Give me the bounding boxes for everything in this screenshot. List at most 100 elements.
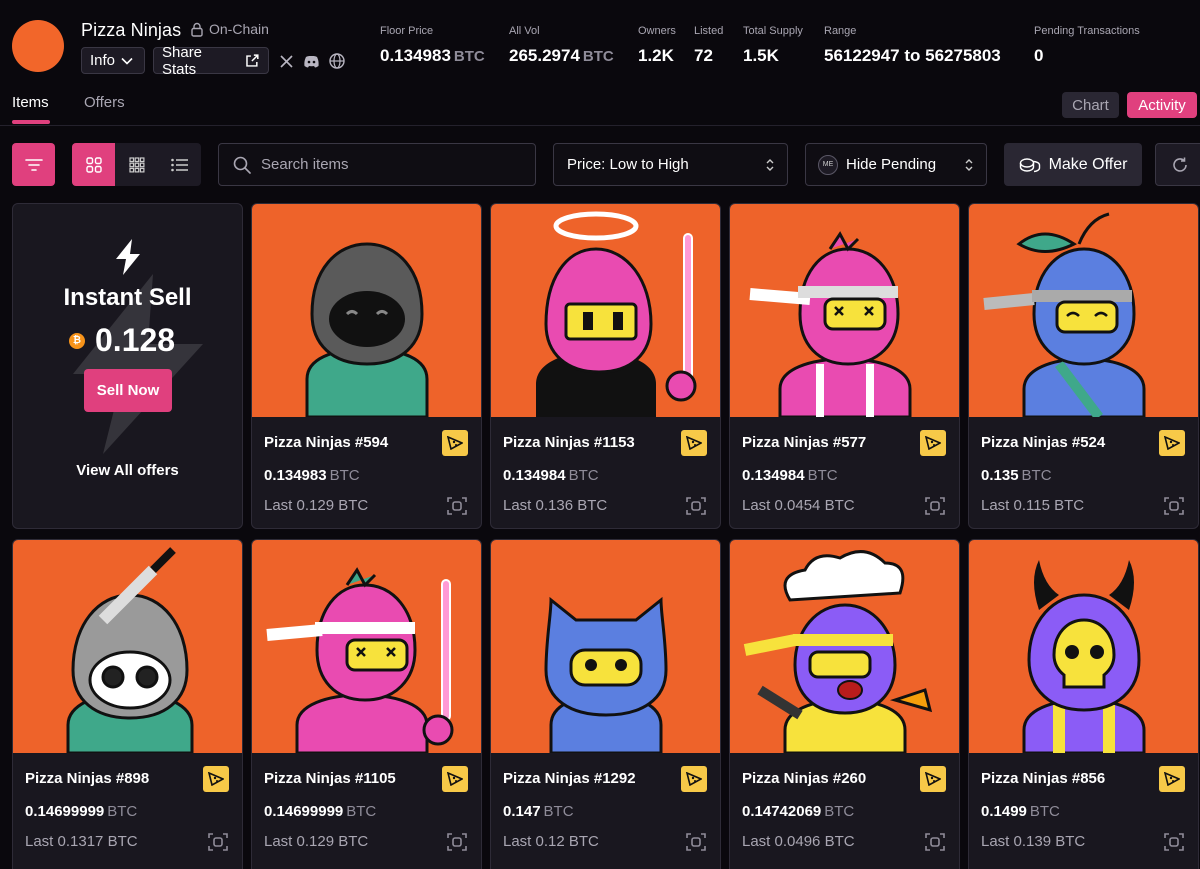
nft-price: 0.135 BTC	[981, 467, 1052, 484]
stat-listed-label: Listed	[694, 25, 724, 37]
nft-last-sale: Last 0.12 BTC	[503, 833, 599, 850]
pizza-badge-icon	[1159, 430, 1185, 456]
stat-owners-value: 1.2K	[638, 46, 674, 65]
nft-image	[969, 540, 1198, 753]
search-icon	[233, 156, 251, 174]
stat-floor-value: 0.134983 BTC	[380, 46, 485, 65]
stat-supply-label: Total Supply	[743, 25, 803, 37]
nft-item-card[interactable]: Pizza Ninjas #1105 0.14699999 BTC Last 0.12…	[251, 539, 482, 869]
nft-price: 0.134984 BTC	[742, 467, 838, 484]
nft-last-sale: Last 0.1317 BTC	[25, 833, 138, 850]
nft-name: Pizza Ninjas #898	[25, 770, 150, 787]
quick-view-scan-icon[interactable]	[447, 496, 467, 516]
onchain-label: On-Chain	[209, 21, 269, 37]
website-globe-icon[interactable]	[328, 52, 346, 70]
discord-icon[interactable]	[302, 52, 320, 70]
stat-floor-label: Floor Price	[380, 25, 434, 37]
nft-name: Pizza Ninjas #577	[742, 434, 867, 451]
refresh-icon	[1173, 157, 1187, 172]
chart-toggle-button[interactable]: Chart	[1062, 92, 1119, 118]
nft-image	[13, 540, 242, 753]
stat-range-value: 56122947 to 56275803	[824, 46, 1001, 65]
nft-item-card[interactable]: Pizza Ninjas #1292 0.147 BTC Last 0.12 BTC	[490, 539, 721, 869]
view-all-offers-link[interactable]: View All offers	[13, 462, 242, 479]
activity-toggle-button[interactable]: Activity	[1127, 92, 1197, 118]
filter-button[interactable]	[12, 143, 55, 186]
x-twitter-icon[interactable]	[277, 52, 295, 70]
share-stats-button[interactable]: Share Stats	[153, 44, 269, 78]
nft-image	[252, 540, 481, 753]
nft-image	[730, 204, 959, 417]
make-offer-button[interactable]: Make Offer	[1004, 143, 1142, 186]
quick-view-scan-icon[interactable]	[208, 832, 228, 852]
sell-now-button[interactable]: Sell Now	[84, 369, 172, 412]
nft-image	[491, 204, 720, 417]
updown-caret-icon	[766, 159, 774, 171]
nft-image	[252, 204, 481, 417]
nft-item-card[interactable]: Pizza Ninjas #898 0.14699999 BTC Last 0.131…	[12, 539, 243, 869]
lock-icon	[191, 22, 203, 37]
info-label: Info	[90, 52, 116, 69]
pizza-badge-icon	[920, 430, 946, 456]
quick-view-scan-icon[interactable]	[1164, 832, 1184, 852]
pizza-badge-icon	[1159, 766, 1185, 792]
nft-price: 0.134983 BTC	[264, 467, 360, 484]
nft-last-sale: Last 0.115 BTC	[981, 497, 1085, 514]
collection-header: Pizza Ninjas On-Chain Info Share Stats F…	[0, 0, 1200, 86]
stat-volume-value: 265.2974 BTC	[509, 46, 614, 65]
nft-last-sale: Last 0.129 BTC	[264, 833, 369, 850]
instant-sell-card: Instant Sell ₿ 0.128 Sell Now View All o…	[12, 203, 243, 529]
pizza-badge-icon	[442, 766, 468, 792]
quick-view-scan-icon[interactable]	[925, 496, 945, 516]
collection-logo	[12, 20, 64, 72]
share-icon	[246, 53, 259, 67]
stat-owners-label: Owners	[638, 25, 676, 37]
nft-price: 0.147 BTC	[503, 803, 574, 820]
nft-last-sale: Last 0.0496 BTC	[742, 833, 855, 850]
sort-select[interactable]: Price: Low to High	[553, 143, 788, 186]
chevron-down-icon	[121, 57, 133, 65]
nft-item-card[interactable]: Pizza Ninjas #577 0.134984 BTC Last 0.0454 …	[729, 203, 960, 529]
nft-item-card[interactable]: Pizza Ninjas #524 0.135 BTC Last 0.115 BTC	[968, 203, 1199, 529]
onchain-indicator: On-Chain	[190, 21, 269, 37]
nft-item-card[interactable]: Pizza Ninjas #594 0.134983 BTC Last 0.129 B…	[251, 203, 482, 529]
list-view-button[interactable]	[158, 143, 201, 186]
nft-image	[730, 540, 959, 753]
pizza-badge-icon	[681, 430, 707, 456]
nft-item-card[interactable]: Pizza Ninjas #260 0.14742069 BTC Last 0.049…	[729, 539, 960, 869]
quick-view-scan-icon[interactable]	[447, 832, 467, 852]
nft-name: Pizza Ninjas #524	[981, 434, 1106, 451]
search-input[interactable]	[261, 156, 521, 173]
nft-image	[969, 204, 1198, 417]
quick-view-scan-icon[interactable]	[925, 832, 945, 852]
nft-price: 0.14742069 BTC	[742, 803, 855, 820]
nft-name: Pizza Ninjas #1153	[503, 434, 635, 451]
small-grid-view-button[interactable]	[115, 143, 158, 186]
quick-view-scan-icon[interactable]	[686, 832, 706, 852]
bitcoin-icon: ₿	[69, 332, 85, 349]
stat-pending-value: 0	[1034, 46, 1044, 65]
pizza-badge-icon	[203, 766, 229, 792]
nft-price: 0.14699999 BTC	[25, 803, 138, 820]
active-tab-indicator	[12, 120, 50, 124]
tab-offers[interactable]: Offers	[84, 94, 125, 111]
collection-name: Pizza Ninjas	[81, 20, 182, 40]
quick-view-scan-icon[interactable]	[686, 496, 706, 516]
stat-listed-value: 72	[694, 46, 713, 65]
stat-volume-label: All Vol	[509, 25, 540, 37]
updown-caret-icon	[965, 159, 973, 171]
nft-price: 0.134984 BTC	[503, 467, 599, 484]
pending-filter-select[interactable]: ME Hide Pending	[805, 143, 987, 186]
tab-items[interactable]: Items	[12, 94, 49, 111]
nft-name: Pizza Ninjas #856	[981, 770, 1106, 787]
quick-view-scan-icon[interactable]	[1164, 496, 1184, 516]
refresh-button[interactable]	[1155, 143, 1200, 186]
small-grid-icon	[128, 156, 144, 172]
nft-item-card[interactable]: Pizza Ninjas #856 0.1499 BTC Last 0.139 BTC	[968, 539, 1199, 869]
pizza-badge-icon	[920, 766, 946, 792]
nft-last-sale: Last 0.129 BTC	[264, 497, 369, 514]
nft-item-card[interactable]: Pizza Ninjas #1153 0.134984 BTC Last 0.136 …	[490, 203, 721, 529]
large-grid-view-button[interactable]	[72, 143, 115, 186]
pizza-badge-icon	[442, 430, 468, 456]
info-dropdown[interactable]: Info	[81, 47, 145, 74]
